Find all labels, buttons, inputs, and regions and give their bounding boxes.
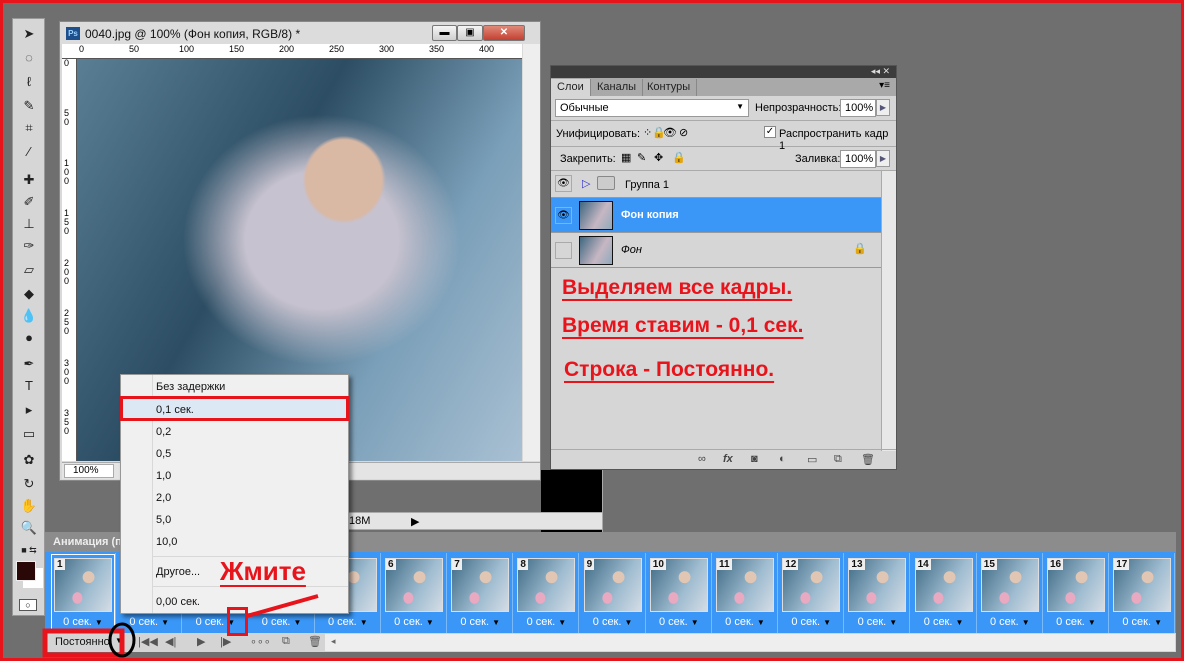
annotation-arrow-line (246, 594, 319, 618)
annotation-overlay (42, 594, 319, 658)
